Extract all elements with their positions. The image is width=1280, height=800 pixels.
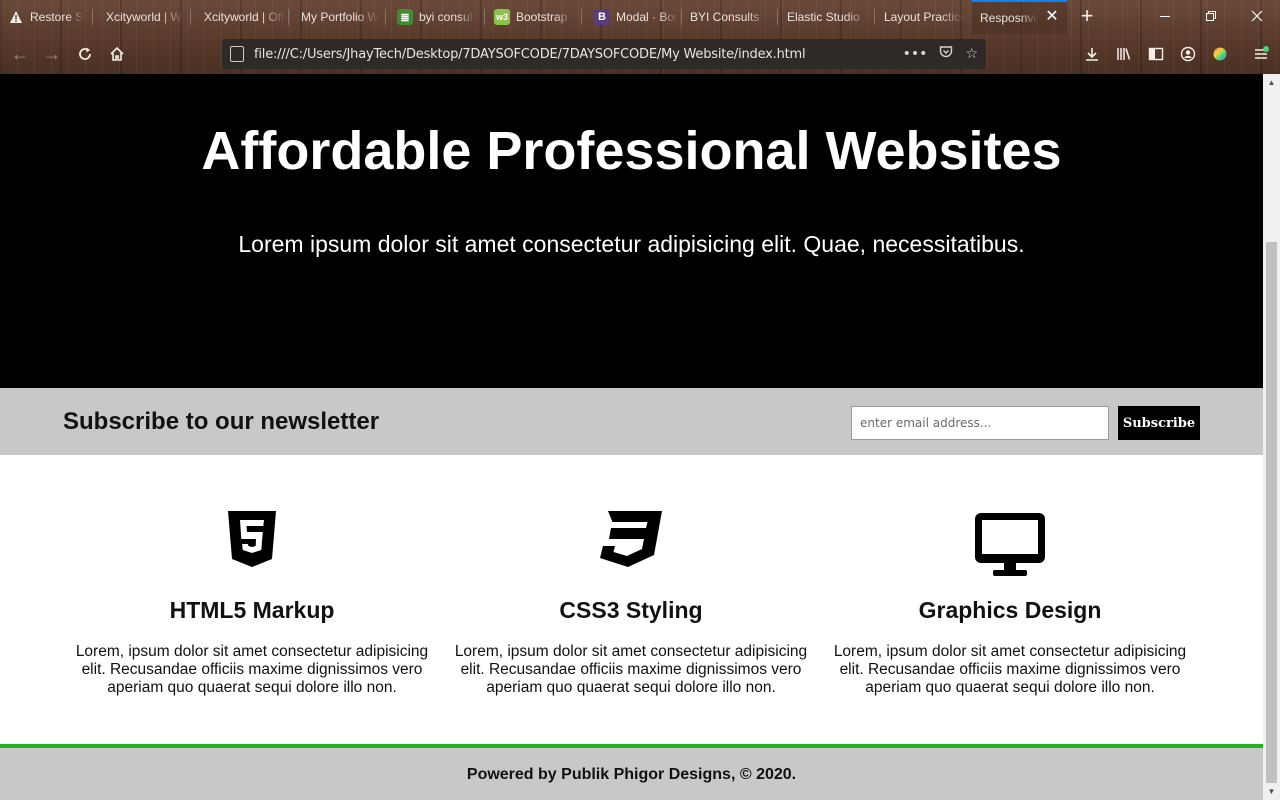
tab-label: Bootstrap [516,10,568,24]
tab-byi-consult[interactable]: ≣ byi consult [389,0,484,34]
page-actions-menu-icon[interactable]: ••• [903,46,928,62]
download-icon[interactable] [1078,40,1106,68]
browser-chrome: Restore Session Xcityworld | Web Xcitywo… [0,0,1280,74]
tab-label: Layout Practice [884,10,964,24]
bootstrap-icon: B [594,9,610,25]
tab-my-portfolio[interactable]: My Portfolio Website [293,0,385,34]
home-icon[interactable] [103,40,131,68]
page-footer: Powered by Publik Phigor Designs, © 2020… [0,744,1263,800]
close-window-button[interactable] [1234,0,1280,32]
newsletter-email-input[interactable] [851,406,1109,440]
tab-label: My Portfolio Website [301,10,379,24]
tab-xcityworld-official[interactable]: Xcityworld | Official [196,0,288,34]
hero-title: Affordable Professional Websites [201,121,1062,181]
page-file-icon [230,46,244,62]
tab-label: Elastic Studio [787,10,860,24]
back-arrow-icon[interactable]: ← [6,40,34,68]
html5-icon [62,511,442,575]
menu-hamburger-icon[interactable] [1247,40,1275,68]
tab-bar: Restore Session Xcityworld | Web Xcitywo… [0,0,1280,34]
newsletter-section: Subscribe to our newsletter Subscribe [0,388,1263,455]
newsletter-heading: Subscribe to our newsletter [63,408,380,435]
restore-window-button[interactable] [1188,0,1234,32]
close-tab-icon[interactable]: ✕ [1043,8,1061,26]
tab-label: Xcityworld | Web [106,10,184,24]
tab-layout-practice[interactable]: Layout Practice [876,0,971,34]
feature-text: Lorem, ipsum dolor sit amet consectetur … [75,643,429,696]
tab-elastic-studio[interactable]: Elastic Studio [779,0,874,34]
new-tab-plus-icon[interactable]: + [1076,5,1098,27]
mdn-icon: ≣ [397,9,413,25]
subscribe-button[interactable]: Subscribe [1118,406,1200,440]
navigation-toolbar: ← → file:///C:/Users/JhayTech/Desktop/7D… [0,34,1280,74]
tab-label: Xcityworld | Official [204,10,286,24]
feature-text: Lorem, ipsum dolor sit amet consectetur … [454,643,808,696]
feature-title: HTML5 Markup [169,597,335,623]
hero-section: Affordable Professional Websites Lorem i… [0,74,1263,388]
reload-icon[interactable] [71,40,99,68]
css3-icon [441,511,821,575]
feature-title: Graphics Design [918,597,1102,623]
tab-label: byi consult [419,10,475,24]
feature-title: CSS3 Styling [559,597,703,623]
color-picker-extension-icon[interactable] [1206,40,1234,68]
tab-modal-bootstrap[interactable]: B Modal · Bootstrap [586,0,681,34]
address-bar[interactable]: file:///C:/Users/JhayTech/Desktop/7DAYSO… [222,39,986,69]
tab-restore-session[interactable]: Restore Session [0,0,92,34]
scroll-up-arrow-icon[interactable]: ▲ [1263,74,1280,91]
features-section: HTML5 Markup Lorem, ipsum dolor sit amet… [0,455,1263,745]
tab-label: Modal · Bootstrap [616,10,678,24]
sidebar-icon[interactable] [1142,40,1170,68]
minimize-window-button[interactable] [1142,0,1188,32]
feature-text: Lorem, ipsum dolor sit amet consectetur … [833,643,1187,696]
tab-label: BYI Consults [690,10,760,24]
footer-text: Powered by Publik Phigor Designs, © 2020… [466,766,797,783]
desktop-monitor-icon [820,511,1200,576]
w3schools-icon: w3 [494,9,510,25]
tab-byi-consults[interactable]: BYI Consults [682,0,777,34]
vertical-scrollbar[interactable]: ▲ ▼ [1263,74,1280,800]
scrollbar-thumb[interactable] [1266,242,1277,783]
tab-label: Resposnvie Website [980,11,1038,25]
page-viewport: Affordable Professional Websites Lorem i… [0,74,1263,800]
forward-arrow-icon[interactable]: → [38,40,66,68]
hero-subtitle: Lorem ipsum dolor sit amet consectetur a… [238,231,1025,257]
pocket-icon[interactable] [939,45,953,63]
warning-icon [8,9,24,25]
library-icon[interactable] [1110,40,1138,68]
tab-label: Restore Session [30,10,84,24]
tab-xcityworld-web[interactable]: Xcityworld | Web [98,0,190,34]
tab-bootstrap[interactable]: w3 Bootstrap [486,0,581,34]
url-text: file:///C:/Users/JhayTech/Desktop/7DAYSO… [254,46,806,62]
scroll-down-arrow-icon[interactable]: ▼ [1263,783,1280,800]
account-icon[interactable] [1174,40,1202,68]
bookmark-star-icon[interactable]: ☆ [965,46,978,62]
